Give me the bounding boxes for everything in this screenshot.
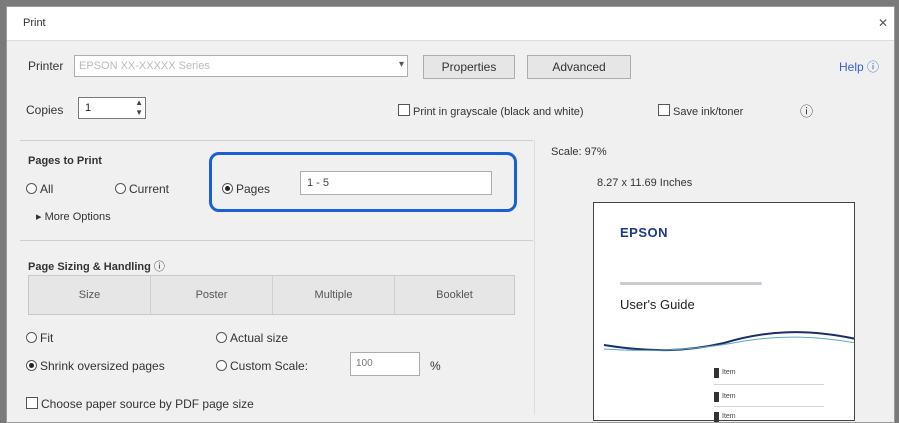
pages-to-print-divider <box>20 140 533 141</box>
copies-stepper[interactable]: 1 ▲ ▼ <box>78 97 146 119</box>
help-circle-icon: ⓘ <box>867 60 880 74</box>
help-link[interactable]: Help ⓘ <box>839 58 879 75</box>
tab-booklet[interactable]: Booklet <box>395 276 514 314</box>
all-label: All <box>40 182 54 196</box>
grayscale-option[interactable]: Print in grayscale (black and white) <box>398 104 584 118</box>
printer-label: Printer <box>28 59 64 73</box>
toc-item: Item <box>722 393 736 400</box>
tab-multiple[interactable]: Multiple <box>273 276 395 314</box>
toc-divider <box>714 406 824 407</box>
grayscale-checkbox[interactable] <box>398 104 410 116</box>
actual-size-label: Actual size <box>230 331 289 345</box>
pages-highlight-frame <box>209 152 517 212</box>
save-ink-checkbox[interactable] <box>658 104 670 116</box>
printer-select[interactable]: EPSON XX-XXXXX Series ▾ <box>74 55 408 77</box>
shrink-label: Shrink oversized pages <box>40 359 165 373</box>
brand-logo: EPSON <box>620 225 669 240</box>
preview-scale-text: Scale: 97% <box>551 146 607 158</box>
toc-marker <box>714 368 719 378</box>
toc-marker <box>714 392 719 402</box>
all-option[interactable]: All <box>26 182 53 196</box>
chevron-down-icon[interactable]: ▾ <box>399 59 404 70</box>
fit-option[interactable]: Fit <box>26 331 53 345</box>
subtitle-line <box>620 282 762 285</box>
toc-item: Item <box>722 413 736 420</box>
choose-source-option[interactable]: Choose paper source by PDF page size <box>26 397 254 411</box>
percent-label: % <box>430 359 441 373</box>
dialog-title: Print <box>23 17 46 29</box>
page-sizing-tabs: Size Poster Multiple Booklet <box>28 275 515 315</box>
shrink-option[interactable]: Shrink oversized pages <box>26 359 165 373</box>
copies-label: Copies <box>26 103 64 117</box>
custom-scale-label: Custom Scale: <box>230 359 309 373</box>
triangle-right-icon: ▸ <box>36 211 45 223</box>
current-label: Current <box>129 182 170 196</box>
info-icon[interactable]: ⓘ <box>154 261 165 273</box>
close-icon[interactable]: ✕ <box>878 16 888 30</box>
save-ink-label: Save ink/toner <box>673 106 744 118</box>
toc-item: Item <box>722 369 736 376</box>
preview-size-text: 8.27 x 11.69 Inches <box>597 177 693 189</box>
page-sizing-title: Page Sizing & Handling ⓘ <box>28 258 165 274</box>
choose-source-label: Choose paper source by PDF page size <box>41 397 254 411</box>
advanced-button[interactable]: Advanced <box>527 55 631 79</box>
current-radio[interactable] <box>115 183 126 194</box>
all-radio[interactable] <box>26 183 37 194</box>
custom-scale-radio[interactable] <box>216 360 227 371</box>
title-bar: Print ✕ <box>7 7 894 41</box>
info-icon[interactable]: ⓘ <box>800 101 813 120</box>
shrink-radio[interactable] <box>26 360 37 371</box>
pages-to-print-title: Pages to Print <box>28 155 102 167</box>
current-option[interactable]: Current <box>115 182 169 196</box>
printer-select-value: EPSON XX-XXXXX Series <box>79 60 210 72</box>
page-sizing-title-text: Page Sizing & Handling <box>28 261 151 273</box>
custom-scale-input[interactable]: 100 <box>350 352 420 376</box>
tab-size[interactable]: Size <box>29 276 151 314</box>
save-ink-option[interactable]: Save ink/toner <box>658 104 743 118</box>
help-link-label: Help <box>839 60 864 74</box>
fit-label: Fit <box>40 331 54 345</box>
copies-value: 1 <box>85 102 92 114</box>
properties-button[interactable]: Properties <box>423 55 515 79</box>
more-options-label: More Options <box>44 211 111 223</box>
custom-scale-value: 100 <box>356 358 373 369</box>
toc-divider <box>714 384 824 385</box>
choose-source-checkbox[interactable] <box>26 397 38 409</box>
grayscale-label: Print in grayscale (black and white) <box>413 106 584 118</box>
actual-size-radio[interactable] <box>216 332 227 343</box>
actual-size-option[interactable]: Actual size <box>216 331 288 345</box>
custom-scale-option[interactable]: Custom Scale: <box>216 359 308 373</box>
more-options-toggle[interactable]: ▸ More Options <box>36 210 111 223</box>
page-sizing-divider <box>20 240 533 241</box>
preview-doc-title: User's Guide <box>620 297 695 312</box>
tab-poster[interactable]: Poster <box>151 276 273 314</box>
fit-radio[interactable] <box>26 332 37 343</box>
stepper-arrows-icon[interactable]: ▲ ▼ <box>135 98 143 118</box>
